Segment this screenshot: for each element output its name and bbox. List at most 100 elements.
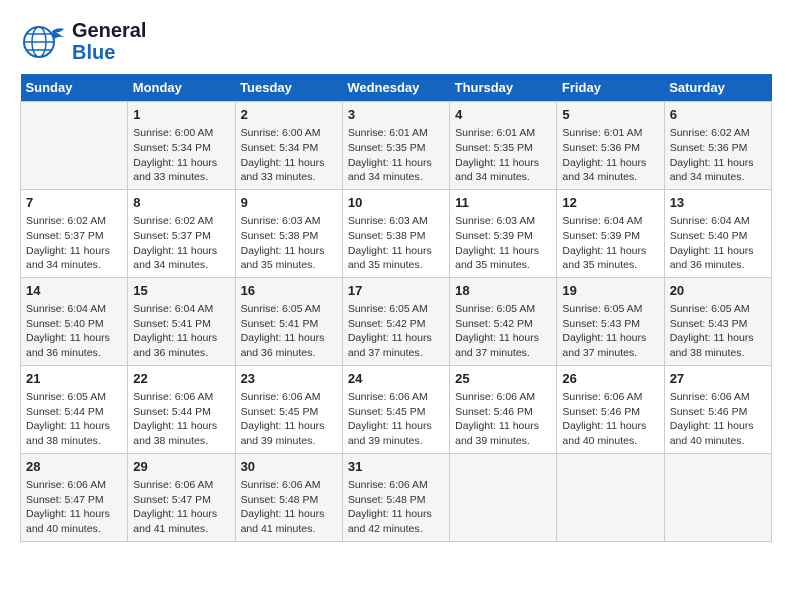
day-number: 30 (241, 458, 337, 476)
calendar-cell: 25 Sunrise: 6:06 AM Sunset: 5:46 PM Dayli… (450, 365, 557, 453)
day-info: Sunrise: 6:06 AM Sunset: 5:44 PM Dayligh… (133, 390, 229, 449)
calendar-cell (450, 453, 557, 541)
calendar-cell: 4Sunrise: 6:01 AM Sunset: 5:35 PM Daylig… (450, 102, 557, 190)
calendar-cell: 24 Sunrise: 6:06 AM Sunset: 5:45 PM Dayli… (342, 365, 449, 453)
day-info: Sunrise: 6:04 AM Sunset: 5:41 PM Dayligh… (133, 302, 229, 361)
day-info: Sunrise: 6:03 AM Sunset: 5:39 PM Dayligh… (455, 214, 551, 273)
day-number: 19 (562, 282, 658, 300)
day-of-week-header: Friday (557, 74, 664, 102)
day-number: 3 (348, 106, 444, 124)
day-number: 11 (455, 194, 551, 212)
day-number: 5 (562, 106, 658, 124)
calendar-cell: 5Sunrise: 6:01 AM Sunset: 5:36 PM Daylig… (557, 102, 664, 190)
calendar-cell: 16 Sunrise: 6:05 AM Sunset: 5:41 PM Dayli… (235, 277, 342, 365)
logo-icon (20, 23, 68, 61)
calendar-cell: 10 Sunrise: 6:03 AM Sunset: 5:38 PM Dayli… (342, 189, 449, 277)
day-number: 18 (455, 282, 551, 300)
day-info: Sunrise: 6:05 AM Sunset: 5:44 PM Dayligh… (26, 390, 122, 449)
day-of-week-header: Tuesday (235, 74, 342, 102)
day-info: Sunrise: 6:02 AM Sunset: 5:37 PM Dayligh… (133, 214, 229, 273)
calendar-week-row: 7 Sunrise: 6:02 AM Sunset: 5:37 PM Daylig… (21, 189, 772, 277)
day-number: 28 (26, 458, 122, 476)
calendar-cell: 23 Sunrise: 6:06 AM Sunset: 5:45 PM Dayli… (235, 365, 342, 453)
day-info: Sunrise: 6:02 AM Sunset: 5:37 PM Dayligh… (26, 214, 122, 273)
day-number: 24 (348, 370, 444, 388)
calendar-week-row: 1 Sunrise: 6:00 AM Sunset: 5:34 PM Daylig… (21, 102, 772, 190)
day-info: Sunrise: 6:05 AM Sunset: 5:41 PM Dayligh… (241, 302, 337, 361)
day-info: Sunrise: 6:01 AM Sunset: 5:35 PM Dayligh… (348, 126, 444, 185)
day-info: Sunrise: 6:02 AM Sunset: 5:36 PM Dayligh… (670, 126, 766, 185)
day-of-week-header: Thursday (450, 74, 557, 102)
day-info: Sunrise: 6:00 AM Sunset: 5:34 PM Dayligh… (241, 126, 337, 185)
calendar-cell: 17 Sunrise: 6:05 AM Sunset: 5:42 PM Dayli… (342, 277, 449, 365)
day-of-week-header: Sunday (21, 74, 128, 102)
day-info: Sunrise: 6:04 AM Sunset: 5:40 PM Dayligh… (26, 302, 122, 361)
day-of-week-header: Saturday (664, 74, 771, 102)
day-number: 20 (670, 282, 766, 300)
day-number: 2 (241, 106, 337, 124)
calendar-cell: 7 Sunrise: 6:02 AM Sunset: 5:37 PM Daylig… (21, 189, 128, 277)
logo: General Blue (20, 20, 146, 64)
day-info: Sunrise: 6:06 AM Sunset: 5:48 PM Dayligh… (348, 478, 444, 537)
day-number: 13 (670, 194, 766, 212)
day-of-week-header: Monday (128, 74, 235, 102)
day-info: Sunrise: 6:05 AM Sunset: 5:43 PM Dayligh… (670, 302, 766, 361)
day-number: 12 (562, 194, 658, 212)
calendar-cell (557, 453, 664, 541)
day-number: 4 (455, 106, 551, 124)
day-info: Sunrise: 6:06 AM Sunset: 5:46 PM Dayligh… (562, 390, 658, 449)
day-info: Sunrise: 6:06 AM Sunset: 5:45 PM Dayligh… (348, 390, 444, 449)
day-info: Sunrise: 6:06 AM Sunset: 5:47 PM Dayligh… (133, 478, 229, 537)
day-info: Sunrise: 6:04 AM Sunset: 5:39 PM Dayligh… (562, 214, 658, 273)
day-info: Sunrise: 6:06 AM Sunset: 5:46 PM Dayligh… (455, 390, 551, 449)
day-info: Sunrise: 6:04 AM Sunset: 5:40 PM Dayligh… (670, 214, 766, 273)
day-number: 8 (133, 194, 229, 212)
calendar-cell: 13 Sunrise: 6:04 AM Sunset: 5:40 PM Dayli… (664, 189, 771, 277)
calendar-cell: 9Sunrise: 6:03 AM Sunset: 5:38 PM Daylig… (235, 189, 342, 277)
calendar-cell: 6 Sunrise: 6:02 AM Sunset: 5:36 PM Daylig… (664, 102, 771, 190)
day-info: Sunrise: 6:03 AM Sunset: 5:38 PM Dayligh… (241, 214, 337, 273)
day-info: Sunrise: 6:06 AM Sunset: 5:47 PM Dayligh… (26, 478, 122, 537)
day-info: Sunrise: 6:05 AM Sunset: 5:42 PM Dayligh… (348, 302, 444, 361)
day-info: Sunrise: 6:06 AM Sunset: 5:45 PM Dayligh… (241, 390, 337, 449)
calendar-cell: 22 Sunrise: 6:06 AM Sunset: 5:44 PM Dayli… (128, 365, 235, 453)
day-number: 22 (133, 370, 229, 388)
calendar-cell: 8 Sunrise: 6:02 AM Sunset: 5:37 PM Daylig… (128, 189, 235, 277)
calendar-cell (21, 102, 128, 190)
calendar-cell: 11 Sunrise: 6:03 AM Sunset: 5:39 PM Dayli… (450, 189, 557, 277)
day-number: 10 (348, 194, 444, 212)
calendar-cell: 1 Sunrise: 6:00 AM Sunset: 5:34 PM Daylig… (128, 102, 235, 190)
calendar-cell: 19Sunrise: 6:05 AM Sunset: 5:43 PM Dayli… (557, 277, 664, 365)
day-info: Sunrise: 6:00 AM Sunset: 5:34 PM Dayligh… (133, 126, 229, 185)
day-number: 26 (562, 370, 658, 388)
day-number: 25 (455, 370, 551, 388)
day-number: 1 (133, 106, 229, 124)
day-number: 23 (241, 370, 337, 388)
logo-general: General (72, 20, 146, 42)
page-header: General Blue (20, 20, 772, 64)
day-number: 15 (133, 282, 229, 300)
day-number: 14 (26, 282, 122, 300)
calendar-cell: 14 Sunrise: 6:04 AM Sunset: 5:40 PM Dayli… (21, 277, 128, 365)
day-number: 17 (348, 282, 444, 300)
calendar-week-row: 14 Sunrise: 6:04 AM Sunset: 5:40 PM Dayli… (21, 277, 772, 365)
day-info: Sunrise: 6:06 AM Sunset: 5:46 PM Dayligh… (670, 390, 766, 449)
calendar-cell: 2 Sunrise: 6:00 AM Sunset: 5:34 PM Daylig… (235, 102, 342, 190)
calendar-week-row: 21Sunrise: 6:05 AM Sunset: 5:44 PM Dayli… (21, 365, 772, 453)
day-number: 7 (26, 194, 122, 212)
calendar-cell: 30 Sunrise: 6:06 AM Sunset: 5:48 PM Dayli… (235, 453, 342, 541)
day-of-week-header: Wednesday (342, 74, 449, 102)
day-number: 16 (241, 282, 337, 300)
calendar-cell: 20 Sunrise: 6:05 AM Sunset: 5:43 PM Dayli… (664, 277, 771, 365)
day-info: Sunrise: 6:03 AM Sunset: 5:38 PM Dayligh… (348, 214, 444, 273)
calendar-table: SundayMondayTuesdayWednesdayThursdayFrid… (20, 74, 772, 542)
day-info: Sunrise: 6:05 AM Sunset: 5:42 PM Dayligh… (455, 302, 551, 361)
calendar-week-row: 28 Sunrise: 6:06 AM Sunset: 5:47 PM Dayli… (21, 453, 772, 541)
day-number: 6 (670, 106, 766, 124)
calendar-header-row: SundayMondayTuesdayWednesdayThursdayFrid… (21, 74, 772, 102)
calendar-cell: 29Sunrise: 6:06 AM Sunset: 5:47 PM Dayli… (128, 453, 235, 541)
calendar-cell: 12 Sunrise: 6:04 AM Sunset: 5:39 PM Dayli… (557, 189, 664, 277)
calendar-cell (664, 453, 771, 541)
day-info: Sunrise: 6:06 AM Sunset: 5:48 PM Dayligh… (241, 478, 337, 537)
calendar-cell: 21Sunrise: 6:05 AM Sunset: 5:44 PM Dayli… (21, 365, 128, 453)
